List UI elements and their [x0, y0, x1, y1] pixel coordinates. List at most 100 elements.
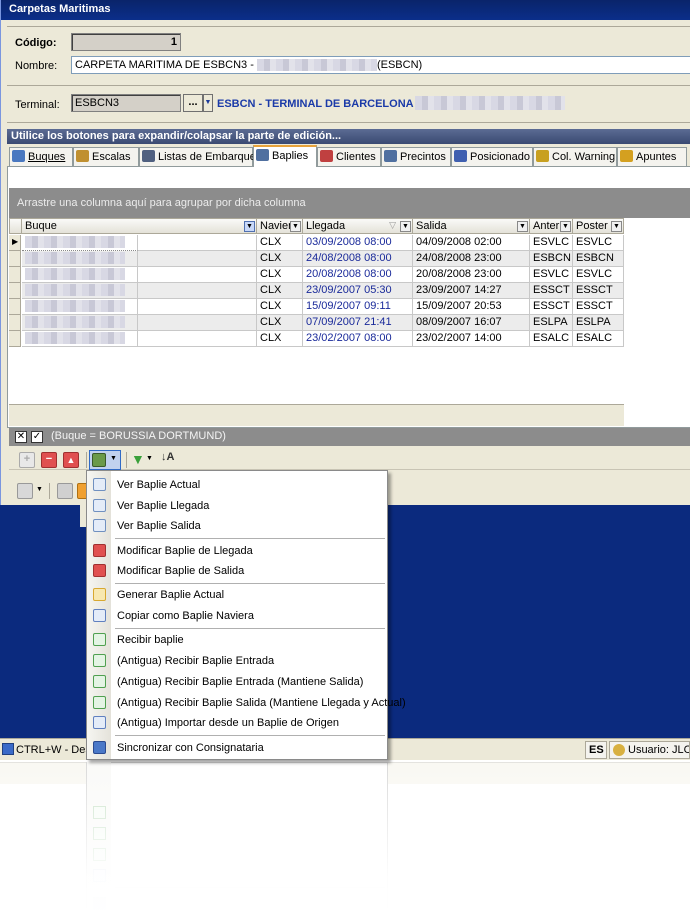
tab-precintos[interactable]: Precintos: [381, 147, 451, 166]
redacted-text: [25, 284, 125, 297]
redacted-text: [25, 316, 125, 329]
menu-item-antigua-recibir-salida[interactable]: (Antigua) Recibir Baplie Salida (Mantien…: [87, 693, 406, 713]
terminal-dropdown-button[interactable]: ▼: [203, 94, 213, 112]
add-icon[interactable]: +: [19, 452, 35, 468]
column-header-buque[interactable]: Buque ▼: [22, 218, 257, 234]
reflection-fade: [0, 762, 690, 915]
row-selector[interactable]: [9, 331, 21, 347]
row-selector[interactable]: [9, 267, 21, 283]
column-header-naviera[interactable]: Naviera ▼: [257, 218, 303, 234]
tab-col-warning[interactable]: Col. Warning: [533, 147, 617, 166]
terminal-name: ESBCN - TERMINAL DE BARCELONA: [217, 98, 414, 110]
nombre-field[interactable]: CARPETA MARITIMA DE ESBCN3 - (ESBCN): [71, 56, 690, 74]
menu-separator: [115, 628, 385, 629]
doc-icon: [93, 499, 106, 512]
menu-item-modificar-baplie-salida[interactable]: Modificar Baplie de Salida: [87, 561, 387, 581]
redacted-text: [25, 252, 125, 265]
tab-baplies[interactable]: Baplies: [253, 145, 317, 167]
chevron-down-icon: ▼: [110, 455, 117, 462]
row-selector[interactable]: [9, 283, 21, 299]
chevron-down-icon[interactable]: ▼: [146, 455, 153, 462]
tab-escalas[interactable]: Escalas: [73, 147, 139, 166]
menu-item-ver-baplie-actual[interactable]: Ver Baplie Actual: [87, 475, 387, 495]
filter-dropdown-icon[interactable]: ▼: [290, 221, 301, 232]
menu-item-ver-baplie-salida[interactable]: Ver Baplie Salida: [87, 516, 387, 536]
tab-clientes[interactable]: Clientes: [317, 147, 381, 166]
current-row-arrow-icon: ▶: [12, 237, 19, 246]
receive-icon: [93, 633, 106, 646]
row-selector[interactable]: [9, 299, 21, 315]
baplie-icon: [256, 149, 269, 161]
tab-posicionado[interactable]: Posicionado: [451, 147, 533, 166]
remove-icon[interactable]: −: [41, 452, 57, 468]
notes-icon: [620, 150, 633, 162]
row-selector[interactable]: ▶: [9, 235, 21, 251]
hierarchy-icon[interactable]: [17, 483, 33, 499]
receive-icon: [93, 696, 106, 709]
filter-enabled-checkbox[interactable]: ✓: [31, 431, 43, 443]
menu-separator: [115, 583, 385, 584]
title-bar[interactable]: Carpetas Maritimas: [1, 0, 690, 20]
table-row[interactable]: CLX 07/09/2007 21:41 08/09/2007 16:07 ES…: [9, 315, 624, 331]
doc-icon: [93, 478, 106, 491]
clients-icon: [320, 150, 333, 162]
column-header-llegada[interactable]: Llegada ▽ ▼: [303, 218, 413, 234]
main-window: Carpetas Maritimas Código: 1 Nombre: CAR…: [0, 0, 690, 505]
menu-item-antigua-importar-origen[interactable]: (Antigua) Importar desde un Baplie de Or…: [87, 713, 387, 733]
import-icon: [93, 716, 106, 729]
group-by-area[interactable]: Arrastre una columna aquí para agrupar p…: [9, 188, 690, 218]
redacted-text: [25, 332, 125, 345]
menu-item-antigua-recibir-entrada-mantiene-salida[interactable]: (Antigua) Recibir Baplie Entrada (Mantie…: [87, 672, 387, 692]
doc-icon: [93, 519, 106, 532]
filter-icon[interactable]: ▼: [131, 451, 145, 467]
table-row[interactable]: CLX 24/08/2008 08:00 24/08/2008 23:00 ES…: [9, 251, 624, 267]
terminal-browse-button[interactable]: ...: [183, 94, 203, 112]
table-row[interactable]: ▶ CLX 03/09/2008 08:00 04/09/2008 02:00 …: [9, 235, 624, 251]
copy-icon: [93, 609, 106, 622]
redacted-text: [25, 236, 125, 249]
codigo-field[interactable]: 1: [71, 33, 181, 51]
seal-icon: [384, 150, 397, 162]
column-header-salida[interactable]: Salida ▼: [413, 218, 530, 234]
table-row[interactable]: CLX 20/08/2008 08:00 20/08/2008 23:00 ES…: [9, 267, 624, 283]
language-indicator[interactable]: ES: [585, 741, 607, 759]
column-header-poster[interactable]: Poster ▼: [573, 218, 624, 234]
tab-listas-de-embarque[interactable]: Listas de Embarque: [139, 147, 256, 166]
expand-collapse-hint-bar[interactable]: Utilice los botones para expandir/colaps…: [7, 129, 690, 144]
redacted-text: [25, 300, 125, 313]
horizontal-scrollbar[interactable]: [9, 404, 624, 426]
clear-filter-icon[interactable]: ✕: [15, 431, 27, 443]
tab-apuntes[interactable]: Apuntes: [617, 147, 687, 166]
filter-dropdown-icon[interactable]: ▼: [517, 221, 528, 232]
table-row[interactable]: CLX 23/09/2007 05:30 23/09/2007 14:27 ES…: [9, 283, 624, 299]
baplie-icon: [92, 453, 106, 467]
menu-item-generar-baplie-actual[interactable]: Generar Baplie Actual: [87, 585, 387, 605]
table-row[interactable]: CLX 23/02/2007 08:00 23/02/2007 14:00 ES…: [9, 331, 624, 347]
row-selector[interactable]: [9, 315, 21, 331]
menu-item-ver-baplie-llegada[interactable]: Ver Baplie Llegada: [87, 496, 387, 516]
sort-az-icon[interactable]: ↓A: [161, 451, 174, 463]
user-indicator: Usuario: JLCAL: [609, 741, 690, 759]
table-row[interactable]: CLX 15/09/2007 09:11 15/09/2007 20:53 ES…: [9, 299, 624, 315]
row-selector[interactable]: [9, 251, 21, 267]
baplie-actions-dropdown-button[interactable]: ▼: [89, 450, 121, 470]
menu-item-antigua-recibir-entrada[interactable]: (Antigua) Recibir Baplie Entrada: [87, 651, 387, 671]
edit-icon[interactable]: ▲: [63, 452, 79, 468]
chevron-down-icon[interactable]: ▼: [36, 486, 43, 493]
terminal-label: Terminal:: [15, 99, 60, 111]
check-icon[interactable]: [57, 483, 73, 499]
sort-icon: ▽: [389, 220, 396, 230]
tab-buques[interactable]: Buques: [9, 147, 73, 166]
filter-dropdown-icon[interactable]: ▼: [400, 221, 411, 232]
column-header-anter[interactable]: Anter ▼: [530, 218, 573, 234]
filter-dropdown-icon[interactable]: ▼: [611, 221, 622, 232]
menu-item-sincronizar-consignataria[interactable]: Sincronizar con Consignataria: [87, 738, 387, 758]
nombre-suffix: (ESBCN): [376, 59, 423, 71]
filter-expression: (Buque = BORUSSIA DORTMUND): [51, 430, 226, 442]
filter-dropdown-icon[interactable]: ▼: [560, 221, 571, 232]
menu-item-copiar-baplie-naviera[interactable]: Copiar como Baplie Naviera: [87, 606, 387, 626]
menu-item-modificar-baplie-llegada[interactable]: Modificar Baplie de Llegada: [87, 541, 387, 561]
menu-item-recibir-baplie[interactable]: Recibir baplie: [87, 630, 387, 650]
terminal-code-field[interactable]: ESBCN3: [71, 94, 181, 112]
filter-dropdown-icon[interactable]: ▼: [244, 221, 255, 232]
